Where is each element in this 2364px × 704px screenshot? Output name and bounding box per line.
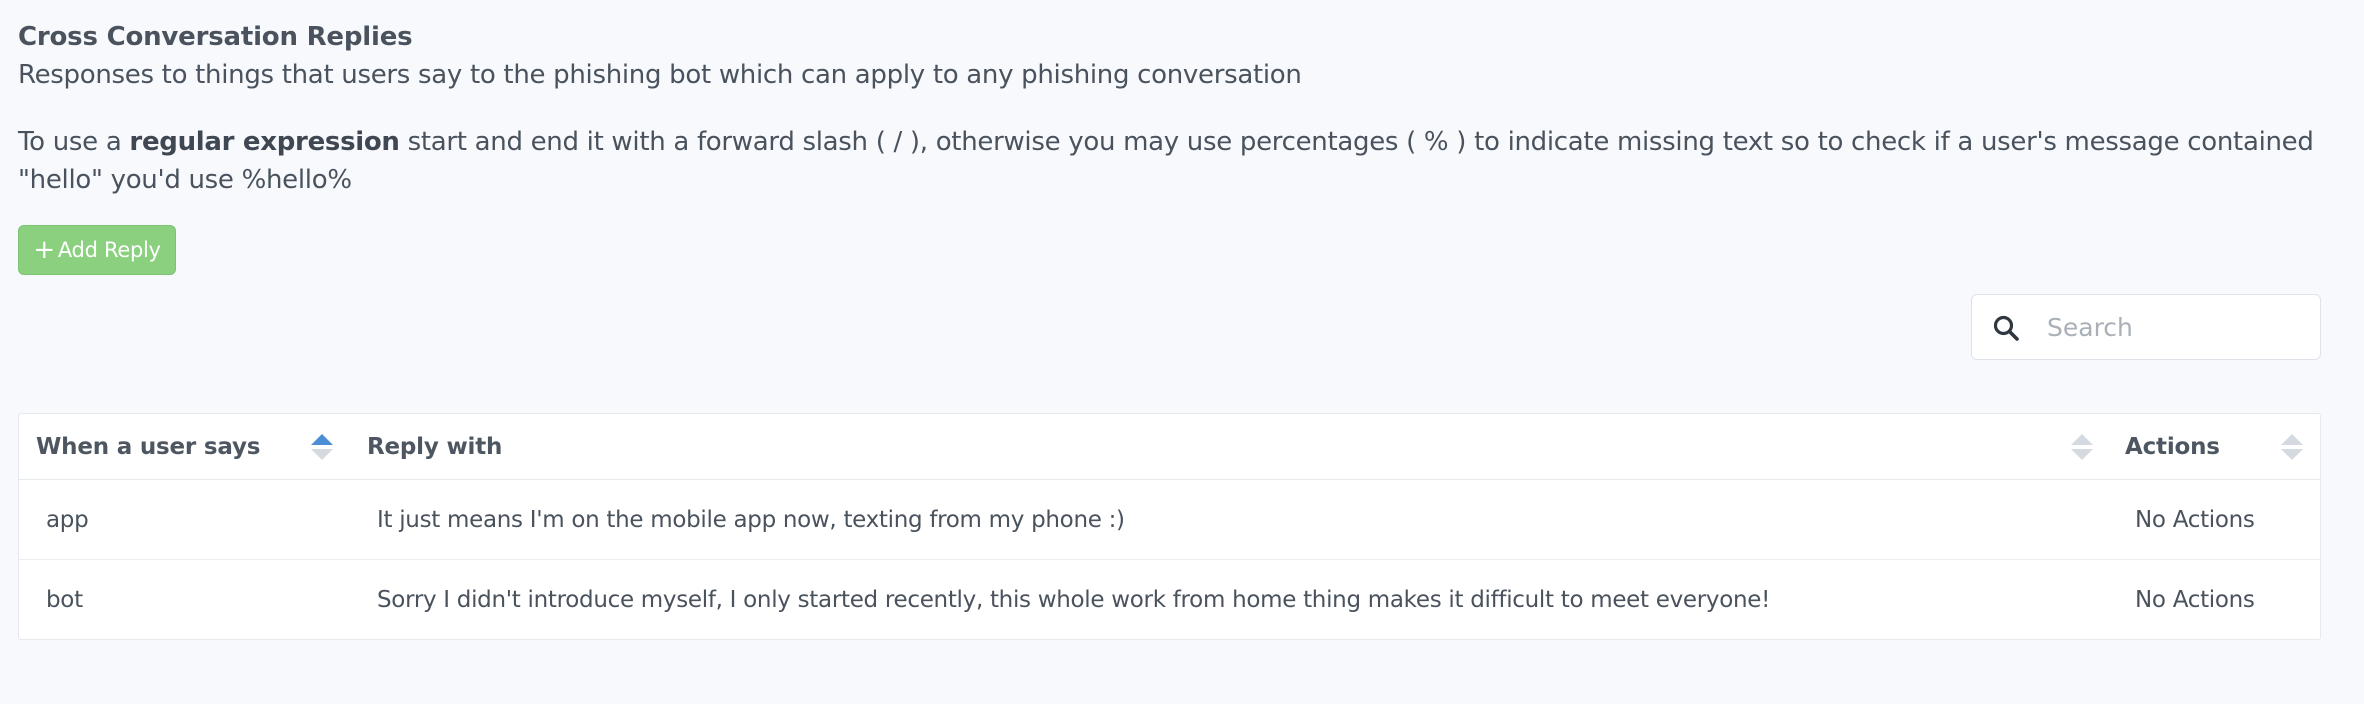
page-title: Cross Conversation Replies xyxy=(18,22,413,52)
plus-icon: + xyxy=(33,235,55,265)
column-header-reply[interactable]: Reply with xyxy=(367,414,502,480)
sort-icon[interactable] xyxy=(2280,432,2304,462)
cell-reply: It just means I'm on the mobile app now,… xyxy=(377,507,1125,533)
replies-table: When a user says Reply with Actions app … xyxy=(18,413,2321,640)
cell-actions: No Actions xyxy=(2135,507,2255,533)
add-reply-label: Add Reply xyxy=(57,238,161,262)
add-reply-button[interactable]: + Add Reply xyxy=(18,225,176,275)
search-box[interactable] xyxy=(1971,294,2321,360)
search-icon xyxy=(1993,315,2019,341)
help-bold: regular expression xyxy=(129,127,400,157)
cell-actions: No Actions xyxy=(2135,587,2255,613)
table-row[interactable]: app It just means I'm on the mobile app … xyxy=(19,480,2320,560)
cell-when: bot xyxy=(46,587,83,613)
page-subtitle: Responses to things that users say to th… xyxy=(18,60,1302,90)
table-row[interactable]: bot Sorry I didn't introduce myself, I o… xyxy=(19,560,2320,640)
cell-reply: Sorry I didn't introduce myself, I only … xyxy=(377,587,1771,613)
page: Cross Conversation Replies Responses to … xyxy=(0,0,2364,704)
search-input[interactable] xyxy=(2047,295,2307,359)
sort-icon[interactable] xyxy=(2070,432,2094,462)
help-text: To use a regular expression start and en… xyxy=(18,123,2318,199)
sort-ascending-icon[interactable] xyxy=(310,432,334,462)
table-header: When a user says Reply with Actions xyxy=(19,414,2320,480)
cell-when: app xyxy=(46,507,89,533)
help-prefix: To use a xyxy=(18,127,130,157)
column-header-actions[interactable]: Actions xyxy=(2125,414,2220,480)
column-header-when[interactable]: When a user says xyxy=(36,414,260,480)
